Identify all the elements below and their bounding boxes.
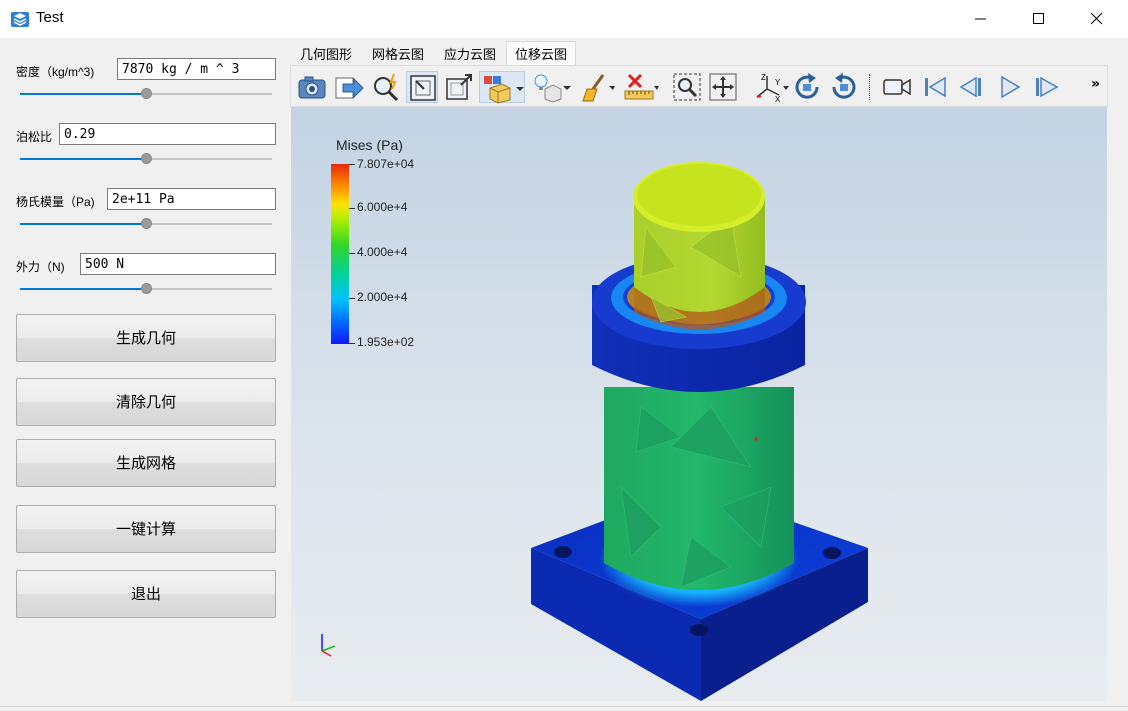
rotate-cw-icon: [795, 73, 819, 99]
legend-tick: [349, 298, 355, 299]
youngs-modulus-input[interactable]: [107, 188, 276, 210]
close-icon: [1091, 13, 1103, 25]
slider-thumb[interactable]: [141, 218, 152, 229]
lighting-button[interactable]: [531, 71, 571, 103]
top-cylinder: [633, 162, 765, 330]
poisson-ratio-label: 泊松比: [16, 130, 53, 144]
clear-brush-icon: [582, 74, 615, 102]
slider-thumb[interactable]: [141, 283, 152, 294]
minimize-button[interactable]: [952, 0, 1010, 38]
legend-tick: [349, 343, 355, 344]
tab-stress[interactable]: 应力云图: [434, 41, 506, 65]
first-frame-icon: [925, 76, 946, 98]
svg-text:X: X: [775, 95, 781, 103]
prev-frame-icon: [959, 76, 981, 98]
external-force-slider[interactable]: [20, 283, 272, 295]
legend-tick: [349, 253, 355, 254]
play-button[interactable]: [993, 71, 1025, 103]
color-bar: [331, 164, 349, 344]
rotate-ccw-icon: [832, 73, 856, 99]
window-bottom-border: [0, 706, 1128, 707]
legend-tick: [349, 208, 355, 209]
render-viewport[interactable]: [291, 107, 1107, 701]
compute-button[interactable]: 一键计算: [16, 505, 276, 553]
toolbar-overflow-button[interactable]: »: [1091, 76, 1100, 92]
zoom-extent-icon: [446, 74, 472, 100]
fit-view-icon: [709, 73, 737, 101]
x-axis-line: [321, 650, 332, 657]
maximize-button[interactable]: [1010, 0, 1068, 38]
next-frame-button[interactable]: [1030, 71, 1062, 103]
rotate-cw-button[interactable]: [791, 71, 823, 103]
legend-label: 4.000e+4: [357, 245, 408, 259]
tab-geometry[interactable]: 几何图形: [290, 41, 362, 65]
legend-label-min: 1.953e+02: [357, 335, 415, 349]
play-icon: [1001, 75, 1021, 99]
svg-text:Z: Z: [761, 73, 766, 82]
youngs-modulus-slider[interactable]: [20, 218, 272, 230]
camera-icon: [298, 76, 326, 99]
zoom-box-button[interactable]: [406, 71, 438, 103]
app-icon: [10, 9, 30, 29]
zoom-window-icon: [673, 73, 701, 101]
measure-clear-button[interactable]: [623, 71, 659, 103]
generate-geometry-button[interactable]: 生成几何: [16, 314, 276, 362]
svg-text:Y: Y: [775, 78, 781, 87]
external-force-input[interactable]: [80, 253, 276, 275]
screenshot-button[interactable]: [296, 71, 328, 103]
density-slider[interactable]: [20, 88, 272, 100]
legend-tick: [349, 164, 355, 165]
legend-title: Mises (Pa): [336, 137, 403, 153]
generate-mesh-button[interactable]: 生成网格: [16, 439, 276, 487]
fit-view-button[interactable]: [707, 71, 739, 103]
clear-geometry-button[interactable]: 清除几何: [16, 378, 276, 426]
title-bar: Test: [0, 0, 1128, 38]
toolbar: Z Y X »: [290, 65, 1108, 107]
zoom-auto-button[interactable]: [370, 71, 402, 103]
legend-label-max: 7.807e+04: [357, 157, 415, 171]
tab-mesh[interactable]: 网格云图: [362, 41, 434, 65]
axes-triad: [321, 634, 336, 657]
toolbar-separator: [869, 74, 871, 100]
export-arrow-icon: [335, 77, 364, 99]
slider-thumb[interactable]: [141, 153, 152, 164]
poisson-ratio-slider[interactable]: [20, 153, 272, 165]
zoom-box-icon: [410, 75, 436, 101]
next-frame-icon: [1036, 76, 1059, 98]
fea-model-render: [531, 162, 868, 701]
column-body: [604, 387, 794, 590]
first-frame-button[interactable]: [919, 71, 951, 103]
y-axis-line: [321, 645, 336, 652]
youngs-modulus-label: 杨氏模量（Pa): [16, 195, 95, 209]
slider-thumb[interactable]: [141, 88, 152, 99]
display-mode-icon: [484, 76, 524, 104]
rotate-ccw-button[interactable]: [828, 71, 860, 103]
external-force-label: 外力（N): [16, 260, 65, 274]
light-icon: [534, 74, 571, 103]
export-button[interactable]: [333, 71, 365, 103]
axes-icon: Z Y X: [756, 73, 789, 103]
previous-frame-button[interactable]: [956, 71, 988, 103]
zoom-window-button[interactable]: [671, 71, 703, 103]
density-input[interactable]: [117, 58, 276, 80]
zoom-extent-button[interactable]: [443, 71, 475, 103]
record-button[interactable]: [881, 71, 913, 103]
poisson-ratio-input[interactable]: [59, 123, 276, 145]
axes-view-button[interactable]: Z Y X: [753, 71, 789, 103]
window-title: Test: [36, 9, 64, 26]
minimize-icon: [975, 18, 986, 20]
clear-button[interactable]: [579, 71, 615, 103]
tab-displacement[interactable]: 位移云图: [506, 41, 576, 65]
ruler-delete-icon: [624, 73, 659, 100]
video-camera-icon: [883, 78, 911, 96]
legend-label: 2.000e+4: [357, 290, 408, 304]
display-mode-button[interactable]: [479, 71, 525, 104]
close-button[interactable]: [1068, 0, 1126, 38]
maximize-icon: [1033, 13, 1044, 24]
exit-button[interactable]: 退出: [16, 570, 276, 618]
density-label: 密度（kg/m^3): [16, 65, 95, 79]
zoom-magic-icon: [374, 73, 399, 102]
legend-label: 6.000e+4: [357, 200, 408, 214]
